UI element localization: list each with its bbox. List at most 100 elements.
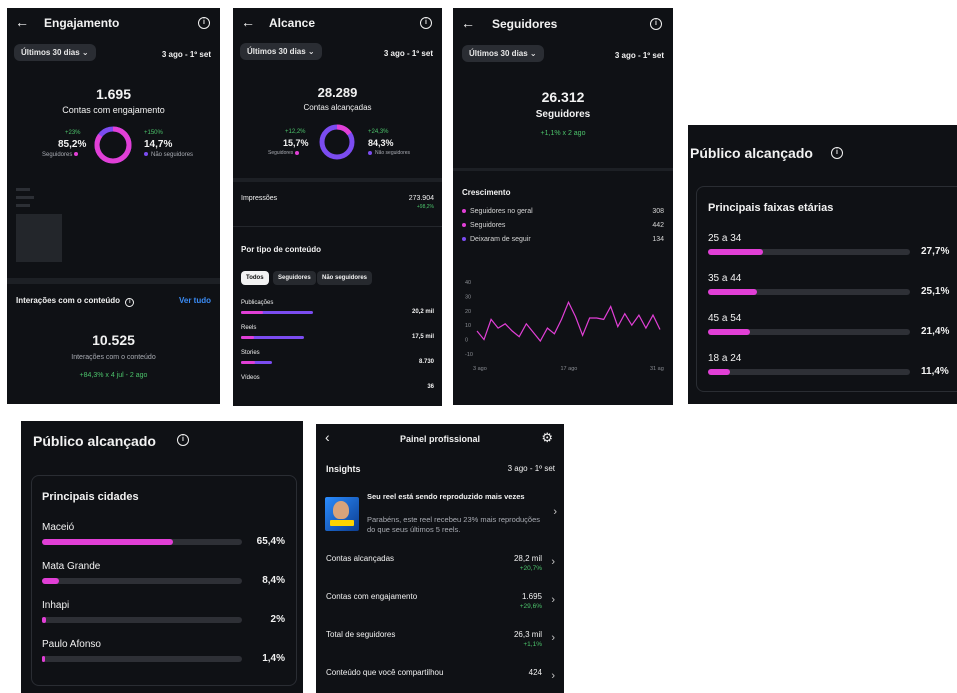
age-range-bar-fill: [708, 289, 758, 295]
age-range-value: 11,4%: [921, 366, 949, 377]
filter-nonfollowers[interactable]: Não seguidores: [317, 271, 373, 285]
content-type-value: 17,5 mil: [411, 334, 434, 340]
period-select[interactable]: Últimos 30 dias ⌄: [14, 44, 96, 61]
interactions-total: 10.525: [92, 332, 135, 348]
info-icon[interactable]: i: [420, 17, 432, 29]
content-type-label: Reels: [241, 325, 257, 331]
reach-donut: [319, 124, 355, 160]
nonfollowers-change: +24,3%: [368, 129, 389, 135]
see-all-link[interactable]: Ver tudo: [179, 296, 211, 305]
city-value: 1,4%: [262, 653, 285, 664]
metric-row[interactable]: Total de seguidores 26,3 mil +1,1% ›: [316, 630, 564, 660]
content-type-bar: [241, 311, 313, 314]
y-tick-label: -10: [465, 352, 473, 358]
followers-pct: 15,7%: [283, 138, 309, 148]
x-tick-label: 17 ago: [561, 366, 578, 372]
followers-change: +12,2%: [285, 129, 306, 135]
metric-row[interactable]: Contas com engajamento 1.695 +29,6% ›: [316, 592, 564, 622]
growth-item: Deixaram de seguir: [462, 236, 531, 243]
filter-all[interactable]: Todos: [241, 271, 269, 285]
followers-change: +1,1% x 2 ago: [540, 130, 586, 137]
metric-value: 424: [528, 668, 542, 677]
age-range-label: 45 a 54: [708, 313, 742, 324]
chevron-right-icon: ›: [551, 632, 555, 644]
metric-label: Contas alcançadas: [326, 554, 395, 563]
page-title: Painel profissional: [399, 434, 481, 444]
age-range-bar: [708, 249, 910, 255]
metric-value: 1.695: [521, 592, 542, 601]
followers-line-series: [476, 300, 661, 343]
city-label: Paulo Afonso: [42, 639, 101, 650]
period-select[interactable]: Últimos 30 dias ⌄: [240, 43, 322, 60]
followers-label: Seguidores: [268, 150, 302, 156]
growth-item: Seguidores: [462, 222, 505, 229]
date-range: 3 ago - 1º set: [614, 51, 664, 60]
card-title: Principais cidades: [42, 491, 139, 503]
city-bar: [42, 578, 242, 584]
nonfollowers-pct: 84,3%: [368, 138, 394, 148]
back-arrow-icon[interactable]: ←: [241, 14, 255, 30]
content-type-bar-followers: [241, 361, 255, 364]
reel-thumbnail: [325, 497, 359, 531]
age-range-value: 27,7%: [921, 246, 950, 257]
date-range: 3 ago - 1º set: [383, 49, 433, 58]
y-tick-label: 30: [465, 294, 471, 300]
info-icon[interactable]: i: [198, 17, 210, 29]
info-icon[interactable]: i: [125, 298, 135, 307]
back-arrow-icon[interactable]: ←: [461, 15, 475, 31]
city-value: 65,4%: [256, 536, 285, 547]
section-divider: [453, 168, 673, 171]
impressions-change: +98,2%: [416, 204, 434, 210]
reel-highlight-card[interactable]: Seu reel está sendo reproduzido mais vez…: [325, 492, 557, 540]
content-type-bar-followers: [241, 311, 263, 314]
blurred-graphic: [16, 188, 30, 191]
city-value: 8,4%: [262, 575, 285, 586]
settings-gear-icon[interactable]: ⚙: [541, 430, 553, 446]
y-tick-label: 10: [465, 323, 471, 329]
age-range-bar: [708, 369, 910, 375]
period-select[interactable]: Últimos 30 dias ⌄: [462, 45, 544, 62]
city-bar: [42, 539, 242, 545]
section-divider: [233, 178, 442, 182]
reel-body: Parabéns, este reel recebeu 23% mais rep…: [367, 515, 541, 534]
info-icon[interactable]: i: [177, 434, 189, 446]
metric-label: Total de seguidores: [326, 630, 396, 639]
content-type-value: 20,2 mil: [411, 309, 434, 315]
interactions-title: Interações com o conteúdo i: [16, 296, 135, 307]
content-type-label: Vídeos: [241, 375, 260, 381]
nonfollowers-label: Não seguidores: [144, 152, 193, 158]
back-arrow-icon[interactable]: ←: [15, 14, 29, 30]
content-type-label: Stories: [241, 350, 260, 356]
filter-followers[interactable]: Seguidores: [273, 271, 316, 285]
content-type-bar-followers: [241, 336, 254, 339]
card-title: Principais faixas etárias: [708, 202, 834, 214]
blurred-graphic: [16, 196, 34, 199]
age-range-bar-fill: [708, 329, 751, 335]
interactions-change: +84,3% x 4 jul - 2 ago: [79, 372, 148, 379]
page-title: Alcance: [269, 16, 316, 30]
city-bar-fill: [42, 617, 46, 623]
engaged-total: 1.695: [95, 86, 132, 102]
engagement-donut: [94, 126, 132, 164]
seguidores-screen: ← Seguidores i Últimos 30 dias ⌄ 3 ago -…: [453, 8, 673, 405]
nonfollowers-change: +150%: [144, 130, 163, 136]
info-icon[interactable]: i: [650, 18, 662, 30]
metric-row[interactable]: Contas alcançadas 28,2 mil +20,7% ›: [316, 554, 564, 584]
page-title: Engajamento: [44, 16, 120, 30]
growth-title: Crescimento: [462, 188, 511, 197]
metric-value: 28,2 mil: [513, 554, 542, 563]
page-title: Público alcançado: [690, 145, 813, 161]
interactions-label: Interações com o conteúdo: [71, 354, 156, 361]
y-tick-label: 20: [465, 309, 471, 315]
blurred-graphic: [16, 204, 30, 207]
city-bar-fill: [42, 578, 59, 584]
legend-dot: [462, 209, 466, 214]
alcance-screen: ← Alcance i Últimos 30 dias ⌄ 3 ago - 1º…: [233, 8, 442, 406]
engaged-label: Contas com engajamento: [62, 105, 165, 115]
info-icon[interactable]: i: [831, 147, 843, 159]
growth-item-value: 308: [652, 208, 664, 215]
city-bar: [42, 617, 242, 623]
metric-row[interactable]: Conteúdo que você compartilhou 424 ›: [316, 668, 564, 693]
x-tick-label: 31 ag: [650, 366, 664, 372]
nonfollowers-pct: 14,7%: [144, 139, 173, 150]
